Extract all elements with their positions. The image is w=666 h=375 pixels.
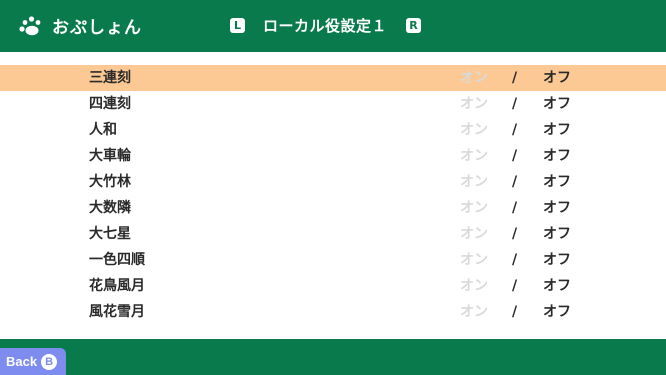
- rule-row-daisuurin[interactable]: 大数隣 オン / オフ: [0, 195, 666, 221]
- on-option[interactable]: オン: [460, 299, 488, 325]
- rule-label: 大数隣: [89, 200, 131, 216]
- option-separator: /: [512, 70, 518, 86]
- on-option[interactable]: オン: [460, 143, 488, 169]
- rule-row-daisharin[interactable]: 大車輪 オン / オフ: [0, 143, 666, 169]
- b-key-icon: B: [41, 353, 58, 370]
- rule-label: 大七星: [89, 226, 131, 242]
- off-option[interactable]: オフ: [543, 169, 571, 195]
- off-option[interactable]: オフ: [543, 221, 571, 247]
- rule-label: 三連刻: [89, 70, 131, 86]
- on-option[interactable]: オン: [460, 65, 488, 91]
- off-option[interactable]: オフ: [543, 117, 571, 143]
- on-option[interactable]: オン: [460, 117, 488, 143]
- on-option[interactable]: オン: [460, 195, 488, 221]
- footer-bar: [0, 339, 666, 375]
- off-option[interactable]: オフ: [543, 91, 571, 117]
- rule-row-isshokuyonjun[interactable]: 一色四順 オン / オフ: [0, 247, 666, 273]
- rule-row-kachoufuugetsu[interactable]: 花鳥風月 オン / オフ: [0, 273, 666, 299]
- off-option[interactable]: オフ: [543, 273, 571, 299]
- rule-row-fuukasetsugetsu[interactable]: 風花雪月 オン / オフ: [0, 299, 666, 325]
- page-header: L ローカル役設定１ R: [230, 14, 422, 36]
- off-option[interactable]: オフ: [543, 247, 571, 273]
- rule-label: 風花雪月: [89, 304, 145, 320]
- rule-row-sanrenko[interactable]: 三連刻 オン / オフ: [0, 65, 666, 91]
- rule-label: 大車輪: [89, 148, 131, 164]
- rule-list: 三連刻 オン / オフ 四連刻 オン / オフ 人和 オン / オフ 大車輪 オ…: [0, 65, 666, 325]
- rule-label: 人和: [89, 122, 117, 138]
- paw-icon: [19, 16, 41, 36]
- on-option[interactable]: オン: [460, 221, 488, 247]
- back-button[interactable]: Back B: [0, 348, 66, 375]
- off-option[interactable]: オフ: [543, 195, 571, 221]
- off-option[interactable]: オフ: [543, 143, 571, 169]
- rule-label: 四連刻: [89, 96, 131, 112]
- rule-row-surenko[interactable]: 四連刻 オン / オフ: [0, 91, 666, 117]
- brand-name: おぷしょん: [52, 17, 142, 38]
- rule-row-daichisei[interactable]: 大七星 オン / オフ: [0, 221, 666, 247]
- on-option[interactable]: オン: [460, 247, 488, 273]
- back-label: Back: [6, 354, 38, 369]
- option-separator: /: [512, 252, 518, 268]
- off-option[interactable]: オフ: [543, 65, 571, 91]
- rule-label: 一色四順: [89, 252, 145, 268]
- rule-row-daichikurin[interactable]: 大竹林 オン / オフ: [0, 169, 666, 195]
- prev-page-button[interactable]: L: [230, 17, 245, 33]
- on-option[interactable]: オン: [460, 273, 488, 299]
- option-separator: /: [512, 200, 518, 216]
- next-page-button[interactable]: R: [406, 17, 422, 33]
- option-separator: /: [512, 226, 518, 242]
- option-separator: /: [512, 122, 518, 138]
- option-separator: /: [512, 96, 518, 112]
- page-title: ローカル役設定１: [263, 16, 388, 35]
- option-separator: /: [512, 174, 518, 190]
- option-separator: /: [512, 278, 518, 294]
- header-bar: おぷしょん L ローカル役設定１ R: [0, 0, 666, 52]
- option-separator: /: [512, 148, 518, 164]
- off-option[interactable]: オフ: [543, 299, 571, 325]
- rule-label: 花鳥風月: [89, 278, 145, 294]
- rule-label: 大竹林: [89, 174, 131, 190]
- rule-row-renho[interactable]: 人和 オン / オフ: [0, 117, 666, 143]
- on-option[interactable]: オン: [460, 169, 488, 195]
- on-option[interactable]: オン: [460, 91, 488, 117]
- brand: おぷしょん: [16, 12, 142, 38]
- option-separator: /: [512, 304, 518, 320]
